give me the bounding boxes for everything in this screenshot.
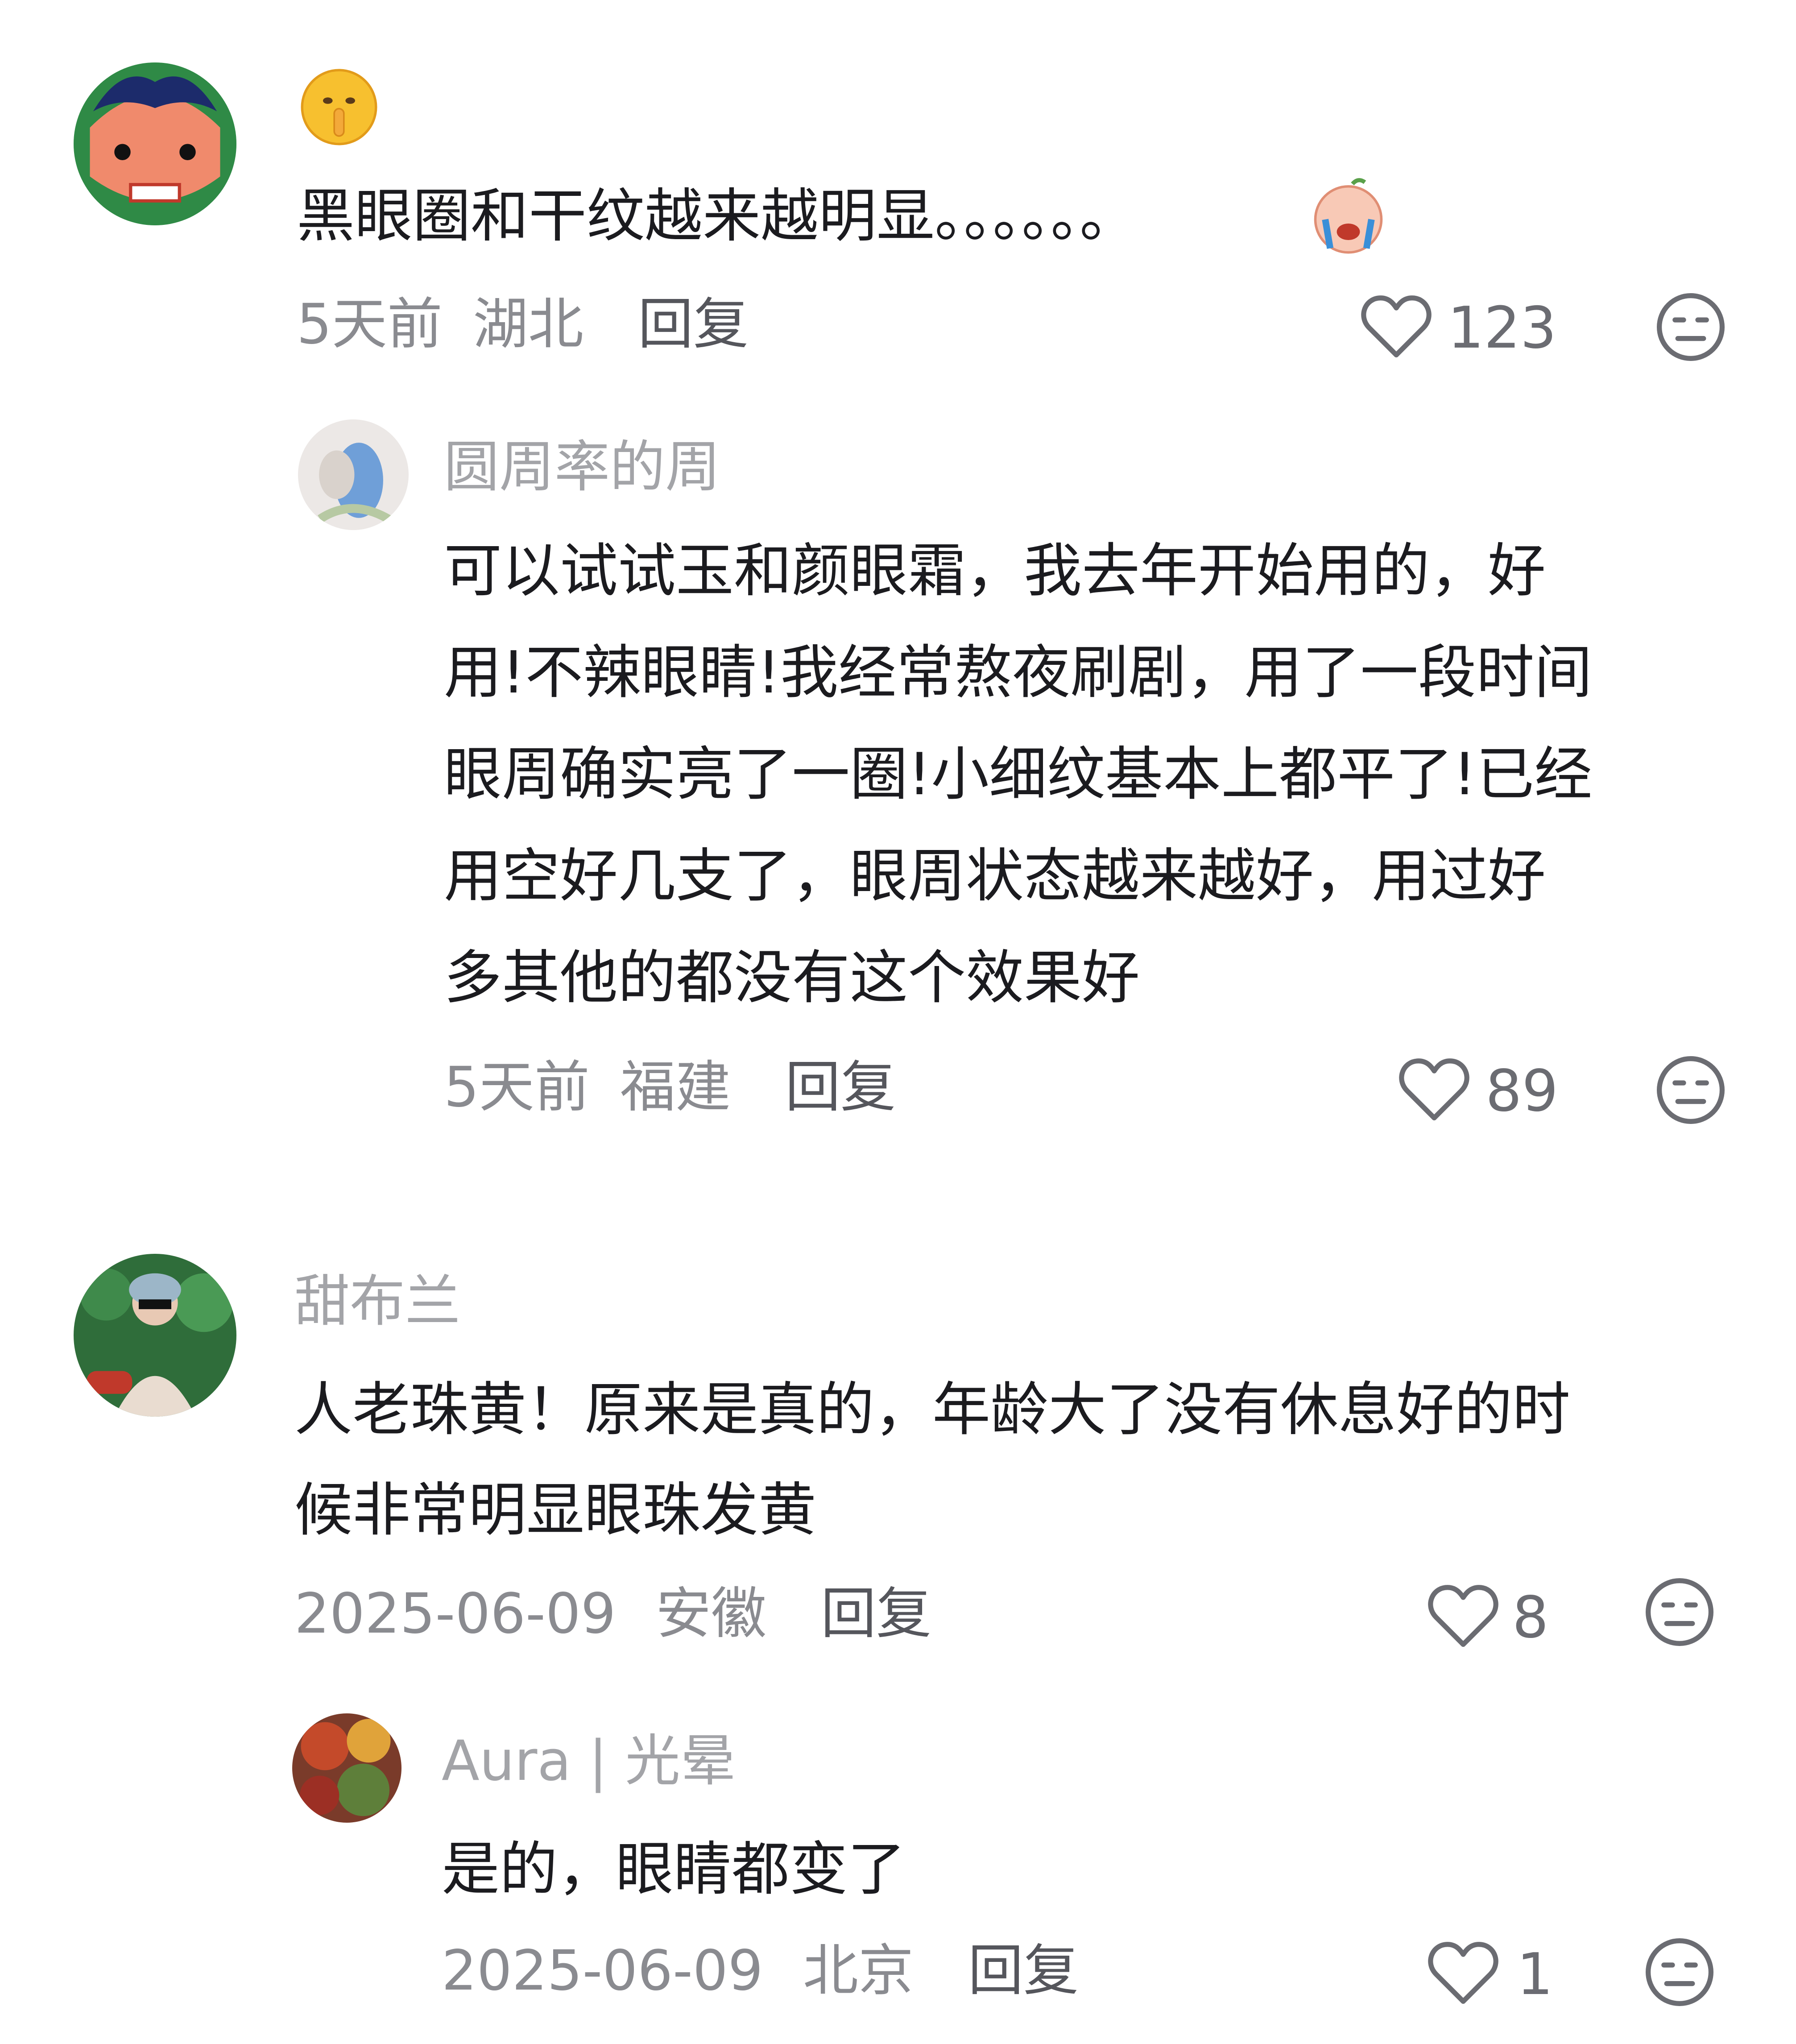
meh-face-icon[interactable]	[1644, 1576, 1715, 1648]
reply-1-reply-button[interactable]: 回复	[785, 1060, 896, 1115]
reply-1-avatar[interactable]	[298, 419, 409, 530]
reply-1-time: 5天前	[444, 1055, 590, 1119]
comment-2-location: 安徽	[656, 1582, 767, 1646]
reply-1-text-line-3: 眼周确实亮了一圈!小细纹基本上都平了!已经	[444, 740, 1593, 808]
comment-1-time: 5天前	[297, 292, 443, 357]
comment-2-username[interactable]: 甜布兰	[294, 1274, 460, 1329]
comment-1-like-count: 123	[1448, 295, 1557, 361]
heart-outline-icon[interactable]	[1428, 1582, 1499, 1649]
heart-outline-icon[interactable]	[1399, 1055, 1470, 1122]
shushing-face-emoji	[299, 67, 379, 147]
comment-1-text-line-1: 黑眼圈和干纹越来越明显。。。。。。	[297, 182, 1138, 250]
comment-1-avatar[interactable]	[74, 62, 236, 225]
meh-face-icon[interactable]	[1644, 1936, 1715, 2008]
heart-outline-icon[interactable]	[1361, 292, 1432, 359]
comment-2-reply-button[interactable]: 回复	[821, 1586, 931, 1642]
reply-1-text-line-1: 可以试试玉和颜眼霜，我去年开始用的，好	[444, 537, 1546, 605]
reply-2-location: 北京	[803, 1939, 914, 2003]
reply-1-location: 福建	[620, 1055, 731, 1119]
comment-2-avatar[interactable]	[74, 1254, 236, 1417]
heart-outline-icon[interactable]	[1428, 1939, 1499, 2006]
reply-2-time: 2025-06-09	[442, 1939, 763, 2003]
comment-1-reply-button[interactable]: 回复	[638, 297, 749, 352]
reply-2-username[interactable]: Aura | 光晕	[442, 1733, 736, 1789]
comment-2-text-line-1: 人老珠黄！原来是真的，年龄大了没有休息好的时	[294, 1376, 1571, 1443]
reply-1-username[interactable]: 圆周率的周	[444, 439, 720, 495]
reply-2-avatar[interactable]	[292, 1713, 401, 1823]
reply-2-text-line-1: 是的，眼睛都变了	[442, 1835, 906, 1903]
reply-2-like-count: 1	[1517, 1941, 1553, 2008]
meh-face-icon[interactable]	[1655, 291, 1726, 363]
crying-face-emoji	[1307, 174, 1390, 257]
meh-face-icon[interactable]	[1655, 1054, 1726, 1126]
reply-1-text-line-5: 多其他的都没有这个效果好	[444, 944, 1140, 1012]
comment-2-like-count: 8	[1512, 1584, 1549, 1651]
reply-1-like-count: 89	[1486, 1058, 1558, 1124]
reply-1-text-line-2: 用!不辣眼睛!我经常熬夜刷剧，用了一段时间	[444, 638, 1593, 706]
reply-2-reply-button[interactable]: 回复	[968, 1943, 1079, 1998]
comment-2-text-line-2: 候非常明显眼珠发黄	[294, 1476, 817, 1544]
comment-1-location: 湖北	[473, 292, 584, 357]
comment-2-time: 2025-06-09	[294, 1582, 616, 1646]
reply-1-text-line-4: 用空好几支了，眼周状态越来越好，用过好	[444, 842, 1546, 910]
